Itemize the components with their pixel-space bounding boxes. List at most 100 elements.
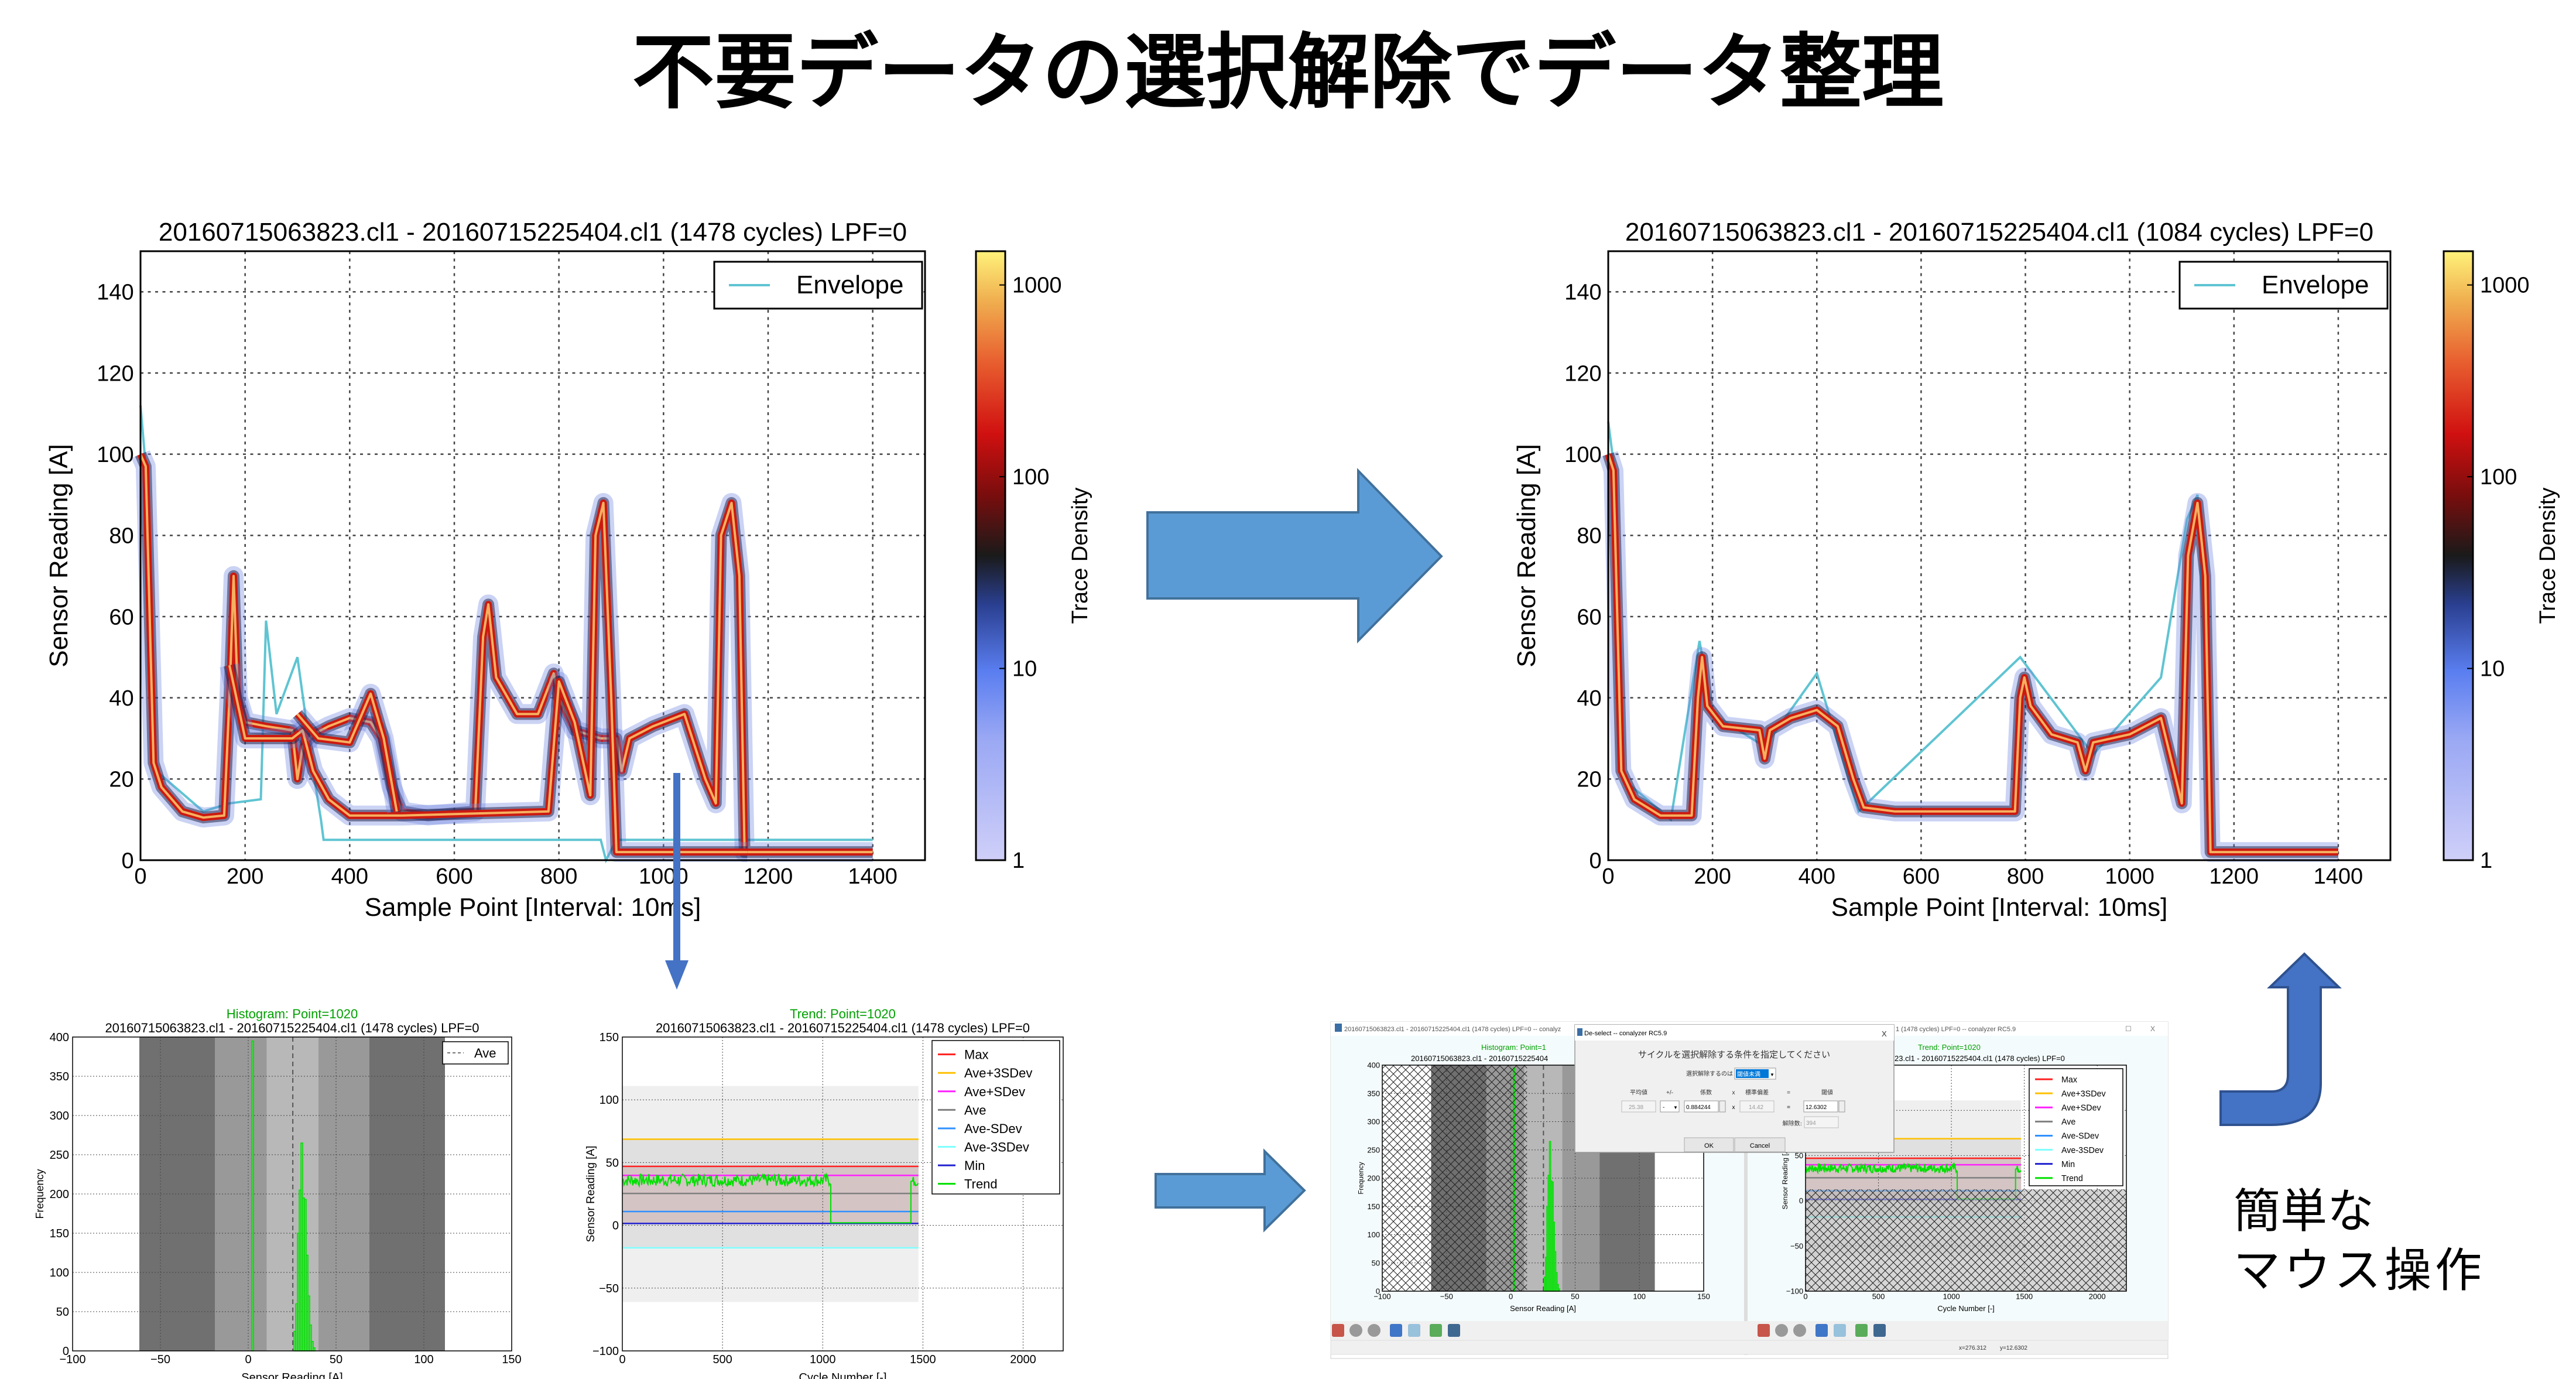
coef-input[interactable]: 0.884244 (1684, 1100, 1726, 1113)
legend-entry: Ave+3SDev (2061, 1089, 2106, 1099)
dialog-close-button[interactable]: X (1882, 1029, 1887, 1038)
label-pm: +/- (1666, 1090, 1673, 1096)
x-tick-label: 500 (712, 1353, 732, 1366)
forward-icon (1793, 1324, 1806, 1337)
y-tick-label: 400 (1367, 1061, 1380, 1070)
legend-entry: Ave-SDev (964, 1121, 1022, 1136)
forward-button[interactable] (1368, 1324, 1381, 1337)
ok-button[interactable]: OK (1684, 1137, 1734, 1152)
colorbar-tick-label: 1 (2480, 848, 2492, 873)
y-tick-label: 300 (50, 1110, 69, 1123)
configure-button[interactable] (1430, 1324, 1442, 1337)
legend-entry: Ave+SDev (964, 1084, 1025, 1099)
pan-button[interactable] (1815, 1324, 1828, 1337)
status-y: y=12.6302 (2000, 1345, 2027, 1351)
plot-background (141, 251, 925, 860)
mode-select[interactable]: 閾値未満 ▼ (1734, 1067, 1776, 1080)
y-tick-label: 60 (109, 605, 133, 629)
x-tick-label: 1200 (744, 864, 793, 889)
y-axis-label: Frequency (1358, 1162, 1365, 1194)
x-tick-label: 600 (1903, 864, 1940, 889)
trend-title: 23.cl1 - 20160715225404.cl1 (1478 cycles… (1895, 1054, 2065, 1063)
mode-select-value: 閾値未満 (1737, 1070, 1760, 1078)
arrow-right-icon (1155, 1148, 1306, 1233)
legend-entry: Ave (964, 1103, 986, 1117)
x-tick-label: 1400 (848, 864, 898, 889)
home-icon (1758, 1324, 1770, 1337)
threshold-spinner[interactable] (1838, 1100, 1845, 1113)
x-axis-label: Cycle Number [-] (799, 1371, 886, 1379)
x-tick-label: −50 (150, 1353, 170, 1366)
legend-entry: Max (964, 1048, 989, 1062)
y-tick-label: 150 (600, 1031, 619, 1044)
home-button[interactable] (1758, 1324, 1770, 1337)
x-tick-label: 800 (540, 864, 577, 889)
save-button[interactable] (1448, 1324, 1460, 1337)
y-tick-label: 60 (1577, 605, 1601, 629)
histogram-bar (251, 1040, 254, 1351)
sigma-band (139, 1037, 215, 1351)
legend-entry: Trend (2061, 1174, 2083, 1183)
y-tick-label: −50 (599, 1282, 619, 1295)
legend-entry: Ave-3SDev (964, 1140, 1029, 1155)
y-tick-label: 0 (121, 848, 133, 873)
sd-field: 14.42 (1739, 1100, 1775, 1113)
status-bar (1330, 1340, 2169, 1355)
y-tick-label: 50 (56, 1306, 69, 1319)
zoom-button[interactable] (1834, 1324, 1846, 1337)
legend-entry: Ave-SDev (2061, 1132, 2099, 1141)
x-axis-label: Cycle Number [-] (1937, 1304, 1995, 1313)
forward-button[interactable] (1793, 1324, 1806, 1337)
sd-value: 14.42 (1749, 1104, 1763, 1111)
colorbar-tick-label: 100 (1012, 465, 1049, 490)
save-icon (1448, 1324, 1460, 1337)
colorbar-tick-label: 1000 (1012, 273, 1062, 298)
legend-entry: Ave-3SDev (2061, 1146, 2104, 1155)
deselect-dialog: De-select -- conalyzer RC5.9 X サイクルを選択解除… (1574, 1024, 1895, 1153)
y-tick-label: 0 (1376, 1287, 1380, 1296)
cancel-button[interactable]: Cancel (1734, 1137, 1786, 1152)
x-tick-label: 0 (245, 1353, 251, 1366)
sign-select[interactable]: - ▼ (1660, 1100, 1680, 1113)
back-button[interactable] (1349, 1324, 1362, 1337)
label-eq: = (1787, 1090, 1790, 1096)
save-button[interactable] (1873, 1324, 1886, 1337)
count-label: 解除数: (1783, 1120, 1802, 1127)
dialog-heading: サイクルを選択解除する条件を指定してください (1638, 1049, 1830, 1060)
configure-button[interactable] (1855, 1324, 1868, 1337)
y-tick-label: 50 (606, 1156, 619, 1169)
configure-icon (1430, 1324, 1442, 1337)
chevron-down-icon: ▼ (1770, 1072, 1775, 1077)
back-button[interactable] (1775, 1324, 1788, 1337)
deselected-region (1806, 1189, 2126, 1291)
window-maximize-button[interactable]: ☐ (2125, 1025, 2132, 1033)
hist-title: 20160715063823.cl1 - 20160715225404 (1411, 1054, 1548, 1063)
legend-entry: Min (964, 1158, 985, 1173)
slide: 不要データの選択解除でデータ整理 0 200 400 600 800 1000 1200 14… (34, 25, 2560, 1379)
mode-label: 選択解除するのは (1686, 1070, 1733, 1077)
home-button[interactable] (1332, 1324, 1344, 1337)
x-tick-label: 150 (502, 1353, 521, 1366)
y-tick-label: 200 (1367, 1174, 1380, 1183)
legend-entry: Min (2061, 1160, 2075, 1169)
app-screenshot: 20160715063823.cl1 - 20160715225404.cl1 … (1330, 1021, 2169, 1359)
back-icon (1775, 1324, 1788, 1337)
y-tick-label: 120 (1564, 361, 1601, 386)
label-threshold: 閾値 (1821, 1089, 1833, 1096)
coef-spinner[interactable] (1719, 1100, 1726, 1113)
sign-value: - (1663, 1104, 1664, 1111)
pan-button[interactable] (1390, 1324, 1402, 1337)
x-tick-label: 2000 (1010, 1353, 1036, 1366)
y-tick-label: 150 (1367, 1202, 1380, 1211)
window-close-button[interactable]: X (2150, 1025, 2155, 1033)
x-tick-label: 1400 (2314, 864, 2363, 889)
x-axis-label: Sample Point [Interval: 10ms] (365, 893, 701, 922)
y-axis-label: Frequency (34, 1169, 46, 1219)
legend-entry: Envelope (796, 271, 903, 299)
slide-title: 不要データの選択解除でデータ整理 (632, 25, 1944, 121)
threshold-input[interactable]: 12.6302 (1803, 1100, 1845, 1113)
legend (931, 1040, 1060, 1195)
zoom-button[interactable] (1408, 1324, 1420, 1337)
x-tick-label: 150 (1697, 1292, 1710, 1301)
hist-suptitle: Histogram: Point=1 (1481, 1043, 1546, 1052)
